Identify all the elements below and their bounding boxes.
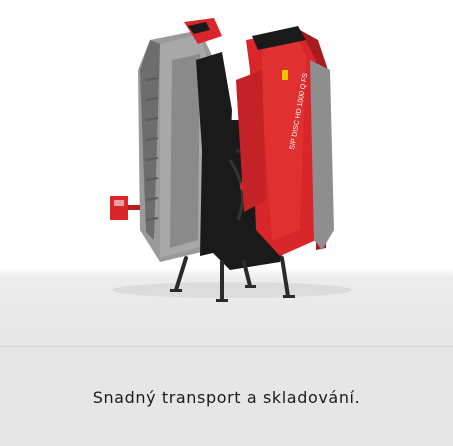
mower-illustration: SIP DISC HD 1000 Q FS — [110, 18, 352, 302]
caption-area: Snadný transport a skladování. — [0, 346, 453, 446]
product-photo: SIP DISC HD 1000 Q FS — [0, 0, 453, 346]
product-feature-card: SIP DISC HD 1000 Q FS Snadný transport a… — [0, 0, 453, 446]
feature-caption: Snadný transport a skladování. — [92, 388, 361, 407]
